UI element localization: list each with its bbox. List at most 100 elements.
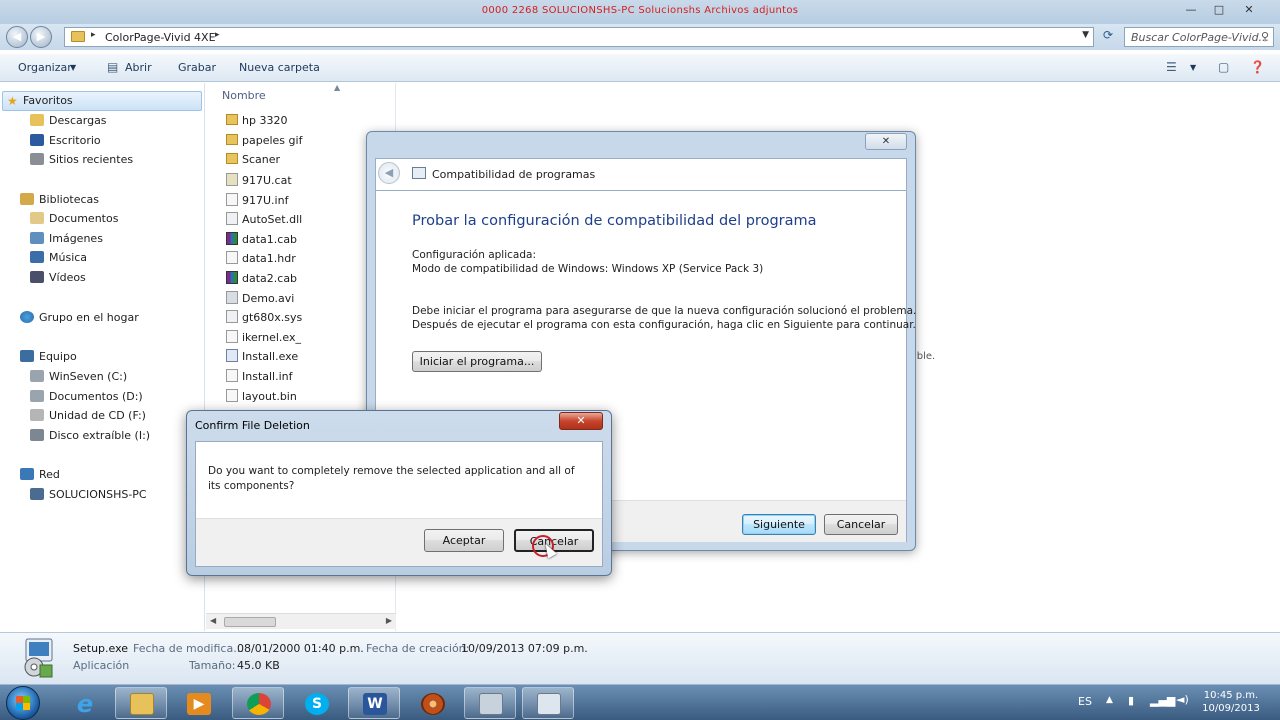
file-item[interactable]: Demo.avi: [226, 291, 294, 309]
search-input[interactable]: Buscar ColorPage-Vivid... ⚲: [1124, 27, 1274, 47]
sidebar-item-documents[interactable]: Documentos: [30, 212, 118, 230]
file-item[interactable]: data2.cab: [226, 271, 297, 289]
file-name: gt680x.sys: [242, 311, 303, 324]
open-button[interactable]: Abrir: [125, 61, 152, 74]
sidebar-item-desktop[interactable]: Escritorio: [30, 134, 101, 152]
sidebar-item-label: WinSeven (C:): [49, 370, 128, 383]
setup-icon: [479, 693, 503, 715]
sidebar-item-label: Música: [49, 251, 88, 264]
file-item[interactable]: gt680x.sys: [226, 310, 302, 328]
close-button[interactable]: ✕: [1236, 2, 1262, 18]
sidebar-item-favorites[interactable]: ★ Favoritos: [2, 91, 202, 111]
minimize-button[interactable]: —: [1178, 2, 1204, 18]
confirm-close-button[interactable]: ✕: [559, 412, 603, 430]
volume-icon[interactable]: ◄): [1176, 693, 1189, 706]
folder-icon: [226, 153, 238, 164]
taskbar-word[interactable]: W: [348, 687, 400, 719]
sidebar-item-drive-f[interactable]: Unidad de CD (F:): [30, 409, 146, 427]
sidebar-item-pc[interactable]: SOLUCIONSHS-PC: [30, 488, 147, 506]
scroll-right-icon[interactable]: ▶: [386, 616, 392, 625]
sidebar-item-drive-d[interactable]: Documentos (D:): [30, 390, 143, 408]
accept-button[interactable]: Aceptar: [424, 529, 504, 552]
file-item[interactable]: Scaner: [226, 153, 280, 171]
view-options-icon[interactable]: ☰: [1166, 60, 1177, 74]
sidebar-item-recent[interactable]: Sitios recientes: [30, 153, 133, 171]
taskbar-film-app[interactable]: [406, 687, 458, 719]
file-item[interactable]: ikernel.ex_: [226, 330, 301, 348]
sidebar-item-label: Imágenes: [49, 232, 103, 245]
horizontal-scrollbar[interactable]: ◀ ▶: [206, 613, 396, 629]
clock[interactable]: 10:45 p.m. 10/09/2013: [1196, 689, 1266, 715]
taskbar-explorer[interactable]: [115, 687, 167, 719]
file-item[interactable]: layout.bin: [226, 389, 297, 407]
new-folder-button[interactable]: Nueva carpeta: [239, 61, 320, 74]
file-item[interactable]: data1.hdr: [226, 251, 296, 269]
applied-label: Configuración aplicada:: [412, 249, 536, 261]
taskbar-chrome[interactable]: [232, 687, 284, 719]
system-file-icon: [226, 310, 238, 323]
start-program-button[interactable]: Iniciar el programa...: [412, 351, 542, 372]
compat-header: ◀ Compatibilidad de programas: [375, 158, 907, 190]
file-item[interactable]: 917U.inf: [226, 193, 288, 211]
back-button[interactable]: ◀: [6, 26, 28, 48]
maximize-button[interactable]: □: [1206, 2, 1232, 18]
taskbar-skype[interactable]: S: [290, 687, 342, 719]
compat-cancel-button[interactable]: Cancelar: [824, 514, 898, 535]
sidebar-item-libraries[interactable]: Bibliotecas: [20, 193, 99, 211]
taskbar-internet-explorer[interactable]: e: [58, 687, 110, 719]
breadcrumb-segment[interactable]: ColorPage-Vivid 4XE: [105, 31, 216, 44]
setup-info-file-icon: [226, 193, 238, 206]
sidebar-item-drive-i[interactable]: Disco extraíble (I:): [30, 429, 150, 447]
sidebar-item-drive-c[interactable]: WinSeven (C:): [30, 370, 127, 388]
organize-button[interactable]: Organizar: [18, 61, 72, 74]
chevron-down-icon[interactable]: ▼: [1082, 30, 1089, 40]
file-item[interactable]: Install.exe: [226, 349, 298, 367]
clock-time: 10:45 p.m.: [1203, 690, 1259, 701]
scrollbar-thumb[interactable]: [224, 617, 276, 627]
size-value: 45.0 KB: [237, 659, 280, 672]
usb-device-icon[interactable]: ▮: [1128, 694, 1134, 707]
sidebar-item-music[interactable]: Música: [30, 251, 87, 269]
sidebar-item-images[interactable]: Imágenes: [30, 232, 103, 250]
language-indicator[interactable]: ES: [1078, 695, 1092, 708]
network-signal-icon[interactable]: ▂▄▆: [1150, 694, 1175, 707]
compat-close-button[interactable]: ✕: [865, 133, 907, 150]
start-button[interactable]: [6, 686, 40, 720]
word-icon: W: [363, 693, 387, 715]
help-icon[interactable]: ❓: [1250, 60, 1265, 74]
sidebar-item-computer[interactable]: Equipo: [20, 350, 77, 368]
media-player-icon: ▶: [187, 693, 211, 715]
file-item[interactable]: data1.cab: [226, 232, 297, 250]
next-button[interactable]: Siguiente: [742, 514, 816, 535]
sidebar-item-network[interactable]: Red: [20, 468, 60, 486]
windows-logo-icon-lower: [16, 703, 30, 710]
chevron-down-icon[interactable]: ▼: [70, 63, 76, 72]
burn-button[interactable]: Grabar: [178, 61, 216, 74]
file-item[interactable]: Install.inf: [226, 369, 293, 387]
file-item[interactable]: 917U.cat: [226, 173, 292, 191]
taskbar-media-player[interactable]: ▶: [172, 687, 224, 719]
sidebar-item-videos[interactable]: Vídeos: [30, 271, 86, 289]
taskbar-compat-app[interactable]: [522, 687, 574, 719]
forward-button[interactable]: ▶: [30, 26, 52, 48]
file-item[interactable]: hp 3320: [226, 114, 287, 132]
compat-header-title: Compatibilidad de programas: [432, 168, 596, 181]
cancel-button[interactable]: Cancelar: [514, 529, 594, 559]
size-label: Tamaño:: [189, 659, 236, 672]
scroll-left-icon[interactable]: ◀: [210, 616, 216, 625]
back-arrow-icon[interactable]: ◀: [378, 162, 400, 184]
file-item[interactable]: AutoSet.dll: [226, 212, 302, 230]
videos-icon: [30, 271, 44, 283]
taskbar-setup-app[interactable]: [464, 687, 516, 719]
file-item[interactable]: papeles gif: [226, 134, 302, 152]
preview-pane-icon[interactable]: ▢: [1218, 60, 1229, 74]
sidebar-item-downloads[interactable]: Descargas: [30, 114, 107, 132]
chevron-down-icon[interactable]: ▼: [1190, 63, 1196, 72]
refresh-icon[interactable]: ⟳: [1098, 28, 1118, 46]
chevron-right-icon[interactable]: ▸: [215, 30, 220, 40]
column-header-name[interactable]: Nombre: [222, 89, 266, 102]
sidebar-item-homegroup[interactable]: Grupo en el hogar: [20, 311, 139, 329]
sidebar-item-label: Equipo: [39, 350, 77, 363]
address-bar[interactable]: ▸ ColorPage-Vivid 4XE ▸ ▼: [64, 27, 1094, 47]
show-hidden-icons[interactable]: ▲: [1106, 695, 1113, 705]
